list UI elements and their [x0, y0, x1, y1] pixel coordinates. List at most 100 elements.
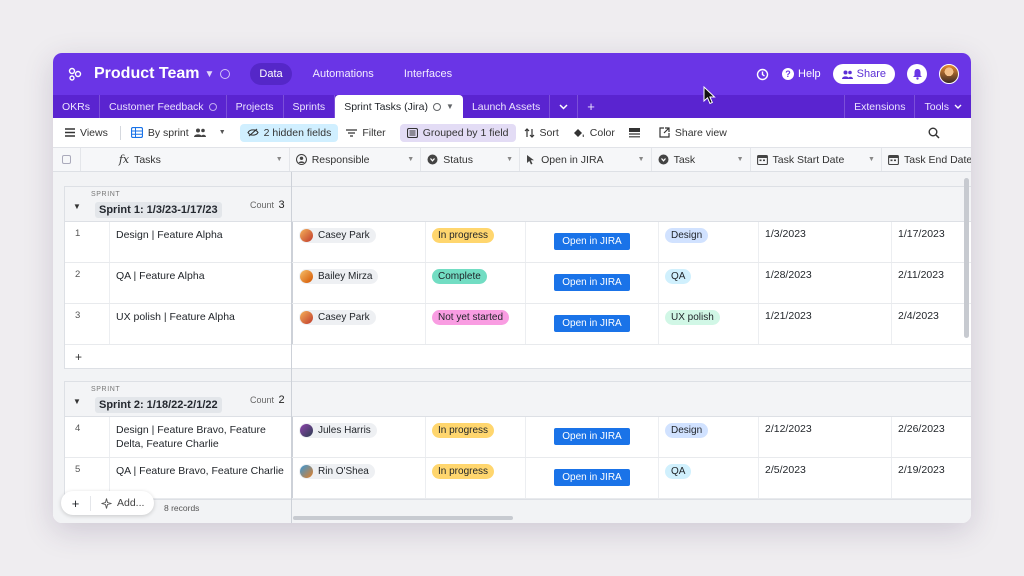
filter-button[interactable]: Filter [346, 127, 386, 139]
status-cell[interactable]: Not yet started [426, 304, 526, 344]
task-type-cell[interactable]: Design [659, 222, 759, 262]
task-name-cell[interactable]: UX polish | Feature Alpha [110, 304, 293, 344]
frozen-column-divider[interactable] [291, 172, 292, 523]
open-in-jira-button[interactable]: Open in JIRA [554, 274, 630, 291]
start-date-cell[interactable]: 1/21/2023 [759, 304, 892, 344]
open-in-jira-button[interactable]: Open in JIRA [554, 315, 630, 332]
help-button[interactable]: ? Help [782, 68, 821, 80]
add-record-button[interactable]: + [65, 345, 971, 368]
collapse-caret-icon[interactable]: ▼ [73, 202, 81, 211]
chevron-down-icon [954, 104, 962, 109]
chevron-down-icon[interactable]: ▼ [737, 156, 744, 163]
task-name-cell[interactable]: Design | Feature Alpha [110, 222, 293, 262]
add-button[interactable]: Add... [91, 497, 154, 509]
tab-sprint-tasks-jira[interactable]: Sprint Tasks (Jira) ▼ [335, 95, 463, 118]
end-date-cell[interactable]: 2/11/2023 [892, 263, 971, 303]
row-height-button[interactable] [628, 127, 645, 138]
responsible-cell[interactable]: Jules Harris [293, 417, 426, 457]
end-date-cell[interactable]: 1/17/2023 [892, 222, 971, 262]
status-cell[interactable]: In progress [426, 222, 526, 262]
base-title[interactable]: Product Team [94, 65, 200, 83]
share-button[interactable]: Share [832, 64, 895, 84]
tab-automations[interactable]: Automations [304, 63, 383, 85]
tab-customer-feedback[interactable]: Customer Feedback [100, 95, 227, 118]
open-in-jira-button[interactable]: Open in JIRA [554, 469, 630, 486]
add-table-plus-icon[interactable]: + [578, 95, 604, 118]
column-header-task[interactable]: Task ▼ [652, 148, 751, 171]
chevron-down-icon[interactable]: ▼ [205, 69, 215, 80]
start-date-cell[interactable]: 2/5/2023 [759, 458, 892, 498]
share-view-button[interactable]: Share view [659, 127, 727, 139]
tools-button[interactable]: Tools [914, 95, 971, 118]
start-date-cell[interactable]: 1/3/2023 [759, 222, 892, 262]
info-icon[interactable] [220, 69, 231, 79]
task-type-cell[interactable]: QA [659, 458, 759, 498]
status-cell[interactable]: Complete [426, 263, 526, 303]
chevron-down-icon[interactable]: ▼ [506, 156, 513, 163]
task-name-cell[interactable]: Design | Feature Bravo, Feature Delta, F… [110, 417, 293, 457]
select-all-checkbox[interactable] [61, 155, 71, 164]
column-header-open-in-jira[interactable]: Open in JIRA ▼ [520, 148, 652, 171]
vertical-scrollbar[interactable] [964, 178, 969, 338]
table-row[interactable]: 1 Design | Feature Alpha Casey Park In p… [65, 222, 971, 263]
responsible-cell[interactable]: Casey Park [293, 304, 426, 344]
status-cell[interactable]: In progress [426, 458, 526, 498]
chevron-down-icon[interactable]: ▼ [407, 156, 414, 163]
open-in-jira-button[interactable]: Open in JIRA [554, 233, 630, 250]
task-type-cell[interactable]: QA [659, 263, 759, 303]
end-date-cell[interactable]: 2/26/2023 [892, 417, 971, 457]
task-type-cell[interactable]: UX polish [659, 304, 759, 344]
start-date-cell[interactable]: 1/28/2023 [759, 263, 892, 303]
chevron-down-icon[interactable]: ▼ [276, 156, 283, 163]
table-row[interactable]: 4 Design | Feature Bravo, Feature Delta,… [65, 417, 971, 458]
history-icon[interactable] [754, 66, 770, 82]
search-icon[interactable] [928, 127, 945, 139]
responsible-cell[interactable]: Rin O'Shea [293, 458, 426, 498]
avatar [300, 424, 313, 437]
tab-data[interactable]: Data [250, 63, 292, 85]
chevron-down-icon[interactable]: ▼ [868, 156, 875, 163]
end-date-cell[interactable]: 2/19/2023 [892, 458, 971, 498]
user-avatar[interactable] [939, 64, 959, 84]
group-title: Sprint 1: 1/3/23-1/17/23 [95, 202, 222, 218]
tab-projects[interactable]: Projects [227, 95, 284, 118]
tab-interfaces[interactable]: Interfaces [395, 63, 461, 85]
view-switcher[interactable]: By sprint ▼ [130, 127, 226, 139]
views-button[interactable]: Views [65, 127, 108, 139]
column-header-task-end-date[interactable]: Task End Date [882, 148, 971, 171]
base-logo-icon[interactable] [65, 64, 85, 84]
chevron-down-icon[interactable]: ▼ [446, 102, 454, 111]
end-date-cell[interactable]: 2/4/2023 [892, 304, 971, 344]
column-header-task-start-date[interactable]: Task Start Date ▼ [751, 148, 882, 171]
group-header[interactable]: ▼ SPRINT Sprint 2: 1/18/22-2/1/22 Count … [65, 382, 971, 417]
table-row[interactable]: 2 QA | Feature Alpha Bailey Mirza Comple… [65, 263, 971, 304]
notifications-bell-icon[interactable] [907, 64, 927, 84]
color-button[interactable]: Color [573, 127, 615, 139]
tab-okrs[interactable]: OKRs [53, 95, 101, 118]
open-in-jira-button[interactable]: Open in JIRA [554, 428, 630, 445]
horizontal-scrollbar[interactable] [293, 516, 513, 520]
select-all-cell[interactable] [53, 148, 81, 171]
start-date-cell[interactable]: 2/12/2023 [759, 417, 892, 457]
group-header[interactable]: ▼ SPRINT Sprint 1: 1/3/23-1/17/23 Count … [65, 187, 971, 222]
column-header-responsible[interactable]: Responsible ▼ [290, 148, 422, 171]
group-button[interactable]: Grouped by 1 field [399, 123, 516, 142]
tab-launch-assets[interactable]: Launch Assets [463, 95, 551, 118]
sort-button[interactable]: Sort [524, 127, 559, 139]
column-header-tasks[interactable]: fx Tasks ▼ [81, 148, 290, 171]
collapse-caret-icon[interactable]: ▼ [73, 397, 81, 406]
task-name-cell[interactable]: QA | Feature Alpha [110, 263, 293, 303]
status-cell[interactable]: In progress [426, 417, 526, 457]
chevron-down-icon[interactable]: ▼ [638, 156, 645, 163]
hidden-fields-button[interactable]: 2 hidden fields [239, 123, 339, 142]
tab-sprints[interactable]: Sprints [284, 95, 336, 118]
column-label: Responsible [311, 153, 370, 166]
add-record-plus-icon[interactable]: + [61, 495, 91, 511]
more-tables-chevron-icon[interactable] [550, 95, 579, 118]
responsible-cell[interactable]: Casey Park [293, 222, 426, 262]
responsible-cell[interactable]: Bailey Mirza [293, 263, 426, 303]
task-type-cell[interactable]: Design [659, 417, 759, 457]
extensions-button[interactable]: Extensions [844, 95, 914, 118]
table-row[interactable]: 3 UX polish | Feature Alpha Casey Park N… [65, 304, 971, 345]
column-header-status[interactable]: Status ▼ [421, 148, 521, 171]
